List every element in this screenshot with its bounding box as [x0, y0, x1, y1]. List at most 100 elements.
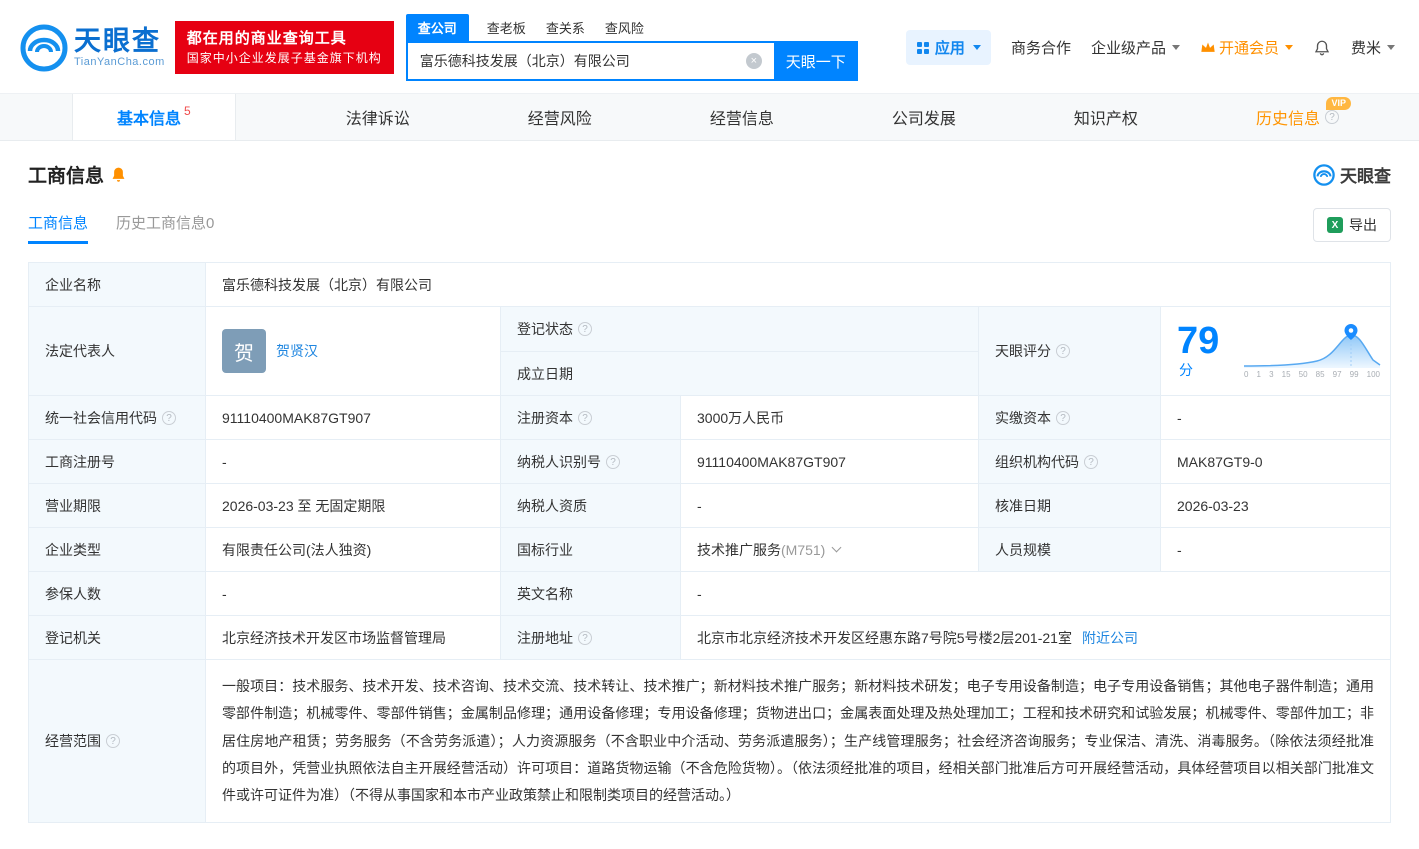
nav-apps-label: 应用 — [934, 40, 965, 57]
chevron-down-icon[interactable] — [831, 542, 842, 553]
help-icon[interactable] — [578, 630, 592, 645]
help-icon[interactable] — [578, 322, 592, 336]
help-icon[interactable] — [1324, 110, 1339, 124]
legal-rep-label: 法定代表人 — [29, 307, 206, 396]
score-axis: 0 1 3 15 50 85 97 99 100 — [1244, 370, 1380, 379]
tianyancha-wave-icon — [20, 24, 68, 71]
help-icon[interactable] — [1056, 344, 1070, 358]
taxpayer-qual-value: - — [681, 484, 979, 528]
help-icon[interactable] — [578, 410, 592, 425]
nav-enterprise-products[interactable]: 企业级产品 — [1091, 37, 1180, 58]
top-header: 天眼查 TianYanCha.com 都在用的商业查询工具 国家中小企业发展子基… — [0, 0, 1419, 93]
company-section-tabs: 基本信息 5 法律诉讼 经营风险 经营信息 公司发展 知识产权 VIP 历史信息 — [0, 93, 1419, 141]
search-tabs: 查公司 查老板 查关系 查风险 — [405, 14, 858, 41]
subtab-history-business-info[interactable]: 历史工商信息0 — [116, 212, 214, 244]
score-cell: 79分 0 1 3 15 50 85 97 99 100 — [1161, 307, 1391, 396]
org-code-value: MAK87GT9-0 — [1161, 440, 1391, 484]
term-value: 2026-03-23 至 无固定期限 — [206, 484, 501, 528]
credit-code-label: 统一社会信用代码 — [45, 409, 157, 426]
reg-capital-label-cell: 注册资本 — [501, 396, 681, 440]
export-button[interactable]: 导出 — [1313, 208, 1391, 242]
avatar[interactable]: 贺 — [222, 329, 266, 373]
tab-company-development[interactable]: 公司发展 — [884, 94, 964, 140]
company-type-value: 有限责任公司(法人独资) — [206, 528, 501, 572]
tab-operation-risk[interactable]: 经营风险 — [520, 94, 600, 140]
chevron-down-icon — [972, 45, 981, 50]
section-title: 工商信息 — [28, 166, 105, 187]
help-icon[interactable] — [162, 410, 176, 425]
nav-enterprise-label: 企业级产品 — [1090, 40, 1166, 57]
table-row-term: 营业期限 2026-03-23 至 无固定期限 纳税人资质 - 核准日期 202… — [29, 484, 1391, 528]
table-row-company-name: 企业名称 富乐德科技发展（北京）有限公司 — [29, 263, 1391, 307]
tab-risk-label: 经营风险 — [527, 111, 592, 128]
search-button[interactable]: 天眼一下 — [773, 41, 858, 81]
search-tab-boss[interactable]: 查老板 — [485, 14, 528, 41]
crown-icon — [1201, 42, 1215, 52]
subtab-row: 工商信息 历史工商信息0 导出 — [28, 208, 1391, 248]
help-icon[interactable] — [606, 454, 620, 469]
reg-status-label: 登记状态 — [517, 321, 573, 337]
tab-ip-label: 知识产权 — [1073, 111, 1138, 128]
help-icon[interactable] — [1056, 410, 1070, 425]
address-label: 注册地址 — [517, 629, 573, 646]
table-row-legal-rep: 法定代表人 贺 贺贤汉 登记状态 存续 成立日期 2026-03-23 天眼评分 — [29, 307, 1391, 396]
logo-title: 天眼查 — [74, 25, 161, 56]
org-code-label: 组织机构代码 — [995, 453, 1079, 470]
table-row-authority: 登记机关 北京经济技术开发区市场监督管理局 注册地址 北京市北京经济技术开发区经… — [29, 616, 1391, 660]
industry-cell[interactable]: 技术推广服务 (M751) — [681, 528, 979, 572]
score-label-cell: 天眼评分 — [979, 307, 1161, 396]
vip-badge: VIP — [1326, 97, 1351, 110]
nav-apps[interactable]: 应用 — [905, 30, 991, 65]
tab-basic-info[interactable]: 基本信息 5 — [72, 94, 236, 140]
org-code-label-cell: 组织机构代码 — [979, 440, 1161, 484]
staff-size-value: - — [1161, 528, 1391, 572]
nav-business-cooperation[interactable]: 商务合作 — [1011, 37, 1071, 58]
tab-operation-info[interactable]: 经营信息 — [702, 94, 782, 140]
search-tab-company[interactable]: 查公司 — [405, 14, 469, 41]
chevron-down-icon — [1171, 45, 1180, 50]
export-label: 导出 — [1349, 217, 1377, 233]
nav-open-membership[interactable]: 开通会员 — [1200, 37, 1293, 58]
authority-label: 登记机关 — [29, 616, 206, 660]
tab-intellectual-property[interactable]: 知识产权 — [1066, 94, 1146, 140]
search-input[interactable] — [405, 41, 774, 81]
nearby-companies-link[interactable]: 附近公司 — [1082, 628, 1138, 648]
clear-icon[interactable]: × — [745, 53, 762, 69]
company-type-label: 企业类型 — [29, 528, 206, 572]
address-cell: 北京市北京经济技术开发区经惠东路7号院5号楼2层201-21室 附近公司 — [681, 616, 1391, 660]
table-row-credit-code: 统一社会信用代码 91110400MAK87GT907 注册资本 3000万人民… — [29, 396, 1391, 440]
insured-label: 参保人数 — [29, 572, 206, 616]
score-unit: 分 — [1179, 362, 1193, 378]
tab-history-info[interactable]: VIP 历史信息 — [1248, 94, 1351, 140]
reg-capital-label: 注册资本 — [517, 409, 573, 426]
credit-code-label-cell: 统一社会信用代码 — [29, 396, 206, 440]
notification-bell[interactable] — [1313, 38, 1331, 58]
tianyancha-wave-icon — [1313, 163, 1335, 186]
reg-no-value: - — [206, 440, 501, 484]
reg-no-label: 工商注册号 — [29, 440, 206, 484]
scope-label-cell: 经营范围 — [29, 660, 206, 824]
credit-code-value: 91110400MAK87GT907 — [206, 396, 501, 440]
subscribe-bell-icon[interactable] — [111, 166, 126, 183]
address-label-cell: 注册地址 — [501, 616, 681, 660]
subtab-business-info[interactable]: 工商信息 — [28, 212, 89, 244]
nav-user-account[interactable]: 费米 — [1351, 37, 1395, 58]
establish-date-label: 成立日期 — [501, 352, 979, 396]
company-name-label: 企业名称 — [29, 263, 206, 307]
taxpayer-id-label: 纳税人识别号 — [517, 453, 601, 470]
slogan-line2: 国家中小企业发展子基金旗下机构 — [186, 50, 382, 65]
scope-label: 经营范围 — [45, 733, 101, 750]
tianyancha-logo[interactable]: 天眼查 TianYanCha.com — [20, 24, 165, 72]
search-tab-relation[interactable]: 查关系 — [544, 14, 587, 41]
chevron-down-icon — [1387, 45, 1395, 50]
help-icon[interactable] — [1084, 454, 1098, 469]
english-name-value: - — [681, 572, 1391, 616]
search-row: × 天眼一下 — [405, 41, 858, 81]
taxpayer-id-label-cell: 纳税人识别号 — [501, 440, 681, 484]
help-icon[interactable] — [106, 734, 120, 749]
tab-legal-proceedings[interactable]: 法律诉讼 — [338, 94, 418, 140]
legal-rep-link[interactable]: 贺贤汉 — [276, 341, 318, 361]
top-nav: 应用 商务合作 企业级产品 开通会员 费米 — [905, 30, 1395, 65]
search-tab-risk[interactable]: 查风险 — [603, 14, 646, 41]
scope-value: 一般项目：技术服务、技术开发、技术咨询、技术交流、技术转让、技术推广；新材料技术… — [206, 660, 1391, 824]
